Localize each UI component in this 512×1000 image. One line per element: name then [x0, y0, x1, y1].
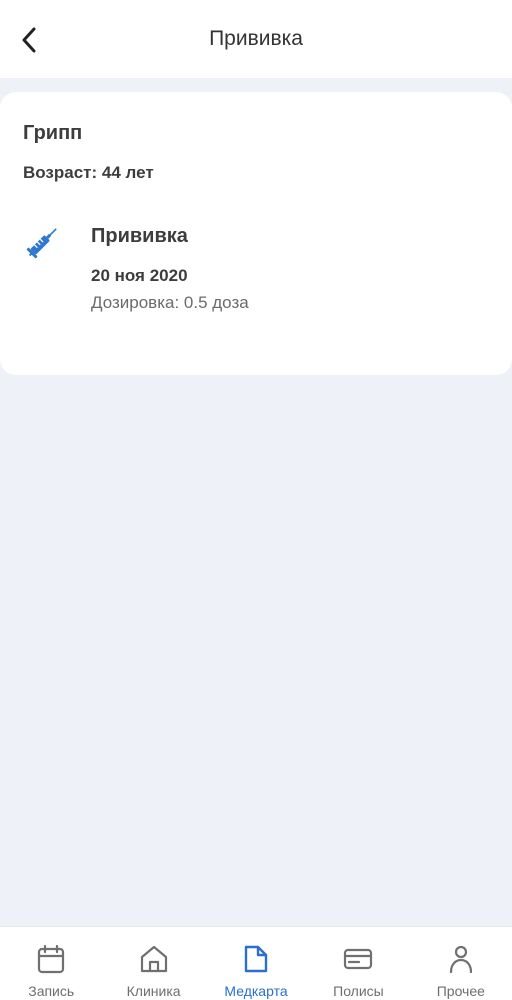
tab-medcard[interactable]: Медкарта	[205, 927, 307, 1000]
disease-name: Грипп	[23, 122, 83, 144]
tab-label: Запись	[28, 983, 75, 999]
page-title: Прививка	[209, 27, 303, 50]
tab-label: Клиника	[126, 983, 181, 999]
top-app-bar: Прививка	[0, 0, 512, 78]
entry-title: Прививка	[91, 225, 188, 247]
tab-policies[interactable]: Полисы	[307, 927, 409, 1000]
syringe-icon	[26, 228, 57, 259]
patient-age: Возраст: 44 лет	[23, 163, 154, 182]
tab-appointment[interactable]: Запись	[0, 927, 102, 1000]
tab-other[interactable]: Прочее	[410, 927, 512, 1000]
person-icon	[446, 943, 476, 975]
card-icon	[343, 943, 373, 975]
document-icon	[241, 943, 271, 975]
tab-label: Медкарта	[224, 983, 288, 999]
calendar-icon	[36, 943, 66, 975]
home-icon	[139, 943, 169, 975]
entry-date: 20 ноя 2020	[91, 266, 188, 285]
vaccination-card: Грипп Возраст: 44 лет Прививка 20 ноя 20…	[0, 92, 512, 375]
tab-label: Прочее	[436, 983, 485, 999]
tab-label: Полисы	[333, 983, 384, 999]
entry-dosage: Дозировка: 0.5 доза	[91, 293, 249, 312]
bottom-navigation: Запись Клиника Медкарта Полисы Прочее	[0, 926, 512, 1000]
tab-clinic[interactable]: Клиника	[102, 927, 204, 1000]
